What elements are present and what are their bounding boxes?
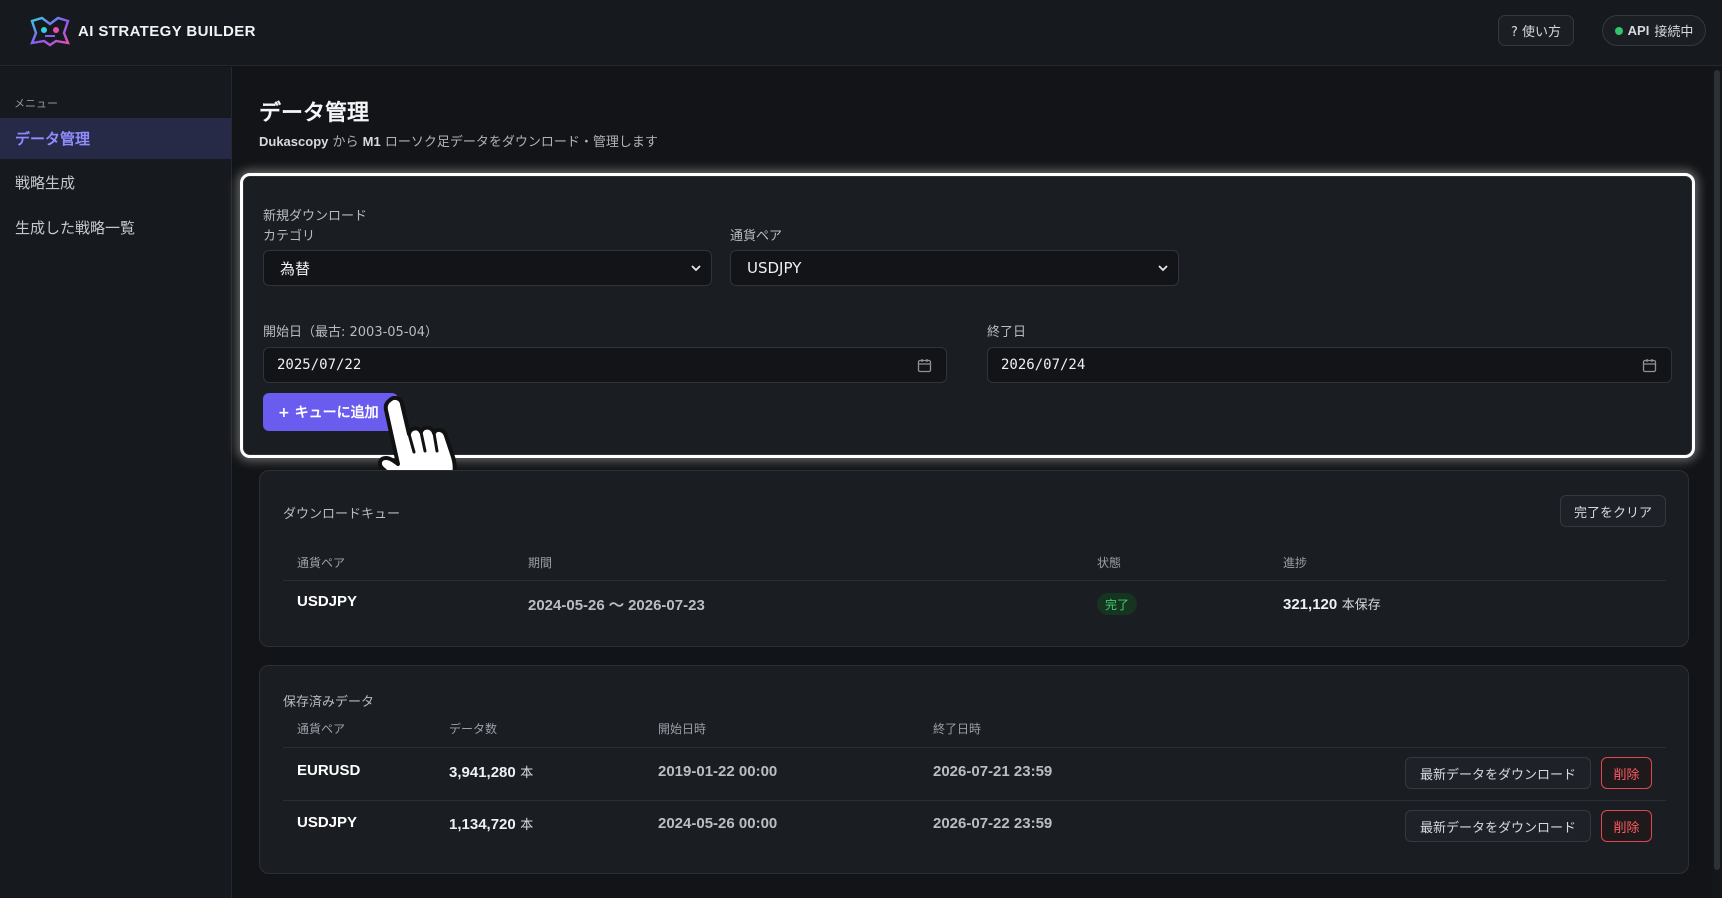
- chevron-down-icon: [691, 265, 701, 272]
- page-subtitle: Dukascopy から M1 ローソク足データをダウンロード・管理します: [259, 131, 658, 150]
- delete-button[interactable]: 削除: [1601, 810, 1652, 842]
- saved-col-start: 開始日時: [658, 722, 707, 736]
- category-label: カテゴリ: [263, 229, 316, 244]
- api-status-badge: API 接続中: [1602, 15, 1706, 46]
- top-bar: AI STRATEGY BUILDER ? 使い方 API 接続中: [0, 0, 1722, 66]
- subtitle-source: Dukascopy: [259, 134, 329, 149]
- saved-row-count: 1,134,720 本: [449, 814, 533, 833]
- saved-row-count: 3,941,280 本: [449, 762, 533, 781]
- robot-logo-icon: [30, 16, 70, 47]
- menu-caption: メニュー: [14, 97, 58, 110]
- page-title: データ管理: [259, 101, 370, 126]
- new-download-label: 新規ダウンロード: [263, 209, 368, 224]
- saved-col-count: データ数: [449, 722, 498, 736]
- start-date-input[interactable]: 2025/07/22: [263, 347, 947, 383]
- status-badge: 完了: [1097, 593, 1138, 615]
- start-date-value: 2025/07/22: [277, 357, 362, 373]
- queue-col-pair: 通貨ペア: [297, 556, 346, 570]
- help-button[interactable]: ? 使い方: [1498, 15, 1574, 46]
- brand[interactable]: AI STRATEGY BUILDER: [28, 14, 256, 48]
- brand-name: AI STRATEGY BUILDER: [78, 22, 256, 40]
- progress-count: 321,120: [1283, 596, 1338, 613]
- progress-unit: 本保存: [1341, 598, 1381, 613]
- pair-value: USDJPY: [747, 259, 802, 277]
- sidebar-item-data-management[interactable]: データ管理: [0, 118, 231, 159]
- count-unit: 本: [520, 766, 534, 781]
- category-value: 為替: [280, 259, 311, 278]
- subtitle-rest: ローソク足データをダウンロード・管理します: [380, 135, 658, 150]
- queue-row-progress: 321,120 本保存: [1283, 594, 1381, 613]
- saved-data-card: 保存済みデータ 通貨ペア データ数 開始日時 終了日時 EURUSD 3,941…: [259, 665, 1689, 874]
- status-dot-icon: [1614, 26, 1623, 35]
- queue-title: ダウンロードキュー: [283, 507, 401, 522]
- start-date-label: 開始日（最古: 2003-05-04）: [263, 325, 439, 340]
- download-latest-button[interactable]: 最新データをダウンロード: [1405, 757, 1591, 789]
- sidebar-item-strategy-generation[interactable]: 戦略生成: [0, 162, 231, 203]
- queue-col-status: 状態: [1097, 556, 1122, 570]
- chevron-down-icon: [1158, 265, 1168, 272]
- row-divider: [283, 800, 1666, 801]
- saved-row-pair: USDJPY: [297, 814, 358, 831]
- count-value: 1,134,720: [449, 816, 516, 833]
- scrollbar-thumb[interactable]: [1714, 70, 1720, 870]
- saved-col-pair: 通貨ペア: [297, 722, 346, 736]
- calendar-icon[interactable]: [1642, 358, 1657, 373]
- end-date-label: 終了日: [987, 325, 1027, 340]
- saved-col-end: 終了日時: [933, 722, 982, 736]
- queue-row-pair: USDJPY: [297, 593, 358, 610]
- queue-col-progress: 進捗: [1283, 556, 1308, 570]
- count-value: 3,941,280: [449, 764, 516, 781]
- saved-title: 保存済みデータ: [283, 695, 375, 710]
- end-date-value: 2026/07/24: [1001, 357, 1086, 373]
- queue-col-period: 期間: [528, 556, 553, 570]
- delete-button[interactable]: 削除: [1601, 757, 1652, 789]
- queue-row-period: 2024-05-26 〜 2026-07-23: [528, 597, 705, 614]
- pair-select[interactable]: USDJPY: [730, 250, 1179, 286]
- saved-row-start: 2024-05-26 00:00: [658, 815, 778, 832]
- api-status-label: API: [1627, 23, 1650, 38]
- saved-header-divider: [283, 747, 1666, 748]
- sidebar: メニュー データ管理 戦略生成 生成した戦略一覧: [0, 67, 232, 898]
- download-latest-button[interactable]: 最新データをダウンロード: [1405, 810, 1591, 842]
- calendar-icon[interactable]: [917, 358, 932, 373]
- sidebar-item-generated-strategies[interactable]: 生成した戦略一覧: [0, 207, 231, 248]
- add-to-queue-label: + キューに追加: [278, 405, 379, 421]
- saved-row-start: 2019-01-22 00:00: [658, 763, 778, 780]
- download-queue-card: ダウンロードキュー 完了をクリア 通貨ペア 期間 状態 進捗 USDJPY 20…: [259, 470, 1689, 647]
- pair-label: 通貨ペア: [730, 229, 783, 244]
- end-date-input[interactable]: 2026/07/24: [987, 347, 1672, 383]
- saved-row-end: 2026-07-21 23:59: [933, 763, 1053, 780]
- category-select[interactable]: 為替: [263, 250, 712, 286]
- saved-row-pair: EURUSD: [297, 762, 361, 779]
- count-unit: 本: [520, 818, 534, 833]
- clear-completed-button[interactable]: 完了をクリア: [1560, 495, 1666, 527]
- queue-header-divider: [283, 580, 1666, 581]
- subtitle-mid: から: [328, 135, 363, 150]
- api-status-text: 接続中: [1654, 25, 1694, 40]
- saved-row-end: 2026-07-22 23:59: [933, 815, 1053, 832]
- subtitle-timeframe: M1: [362, 134, 381, 149]
